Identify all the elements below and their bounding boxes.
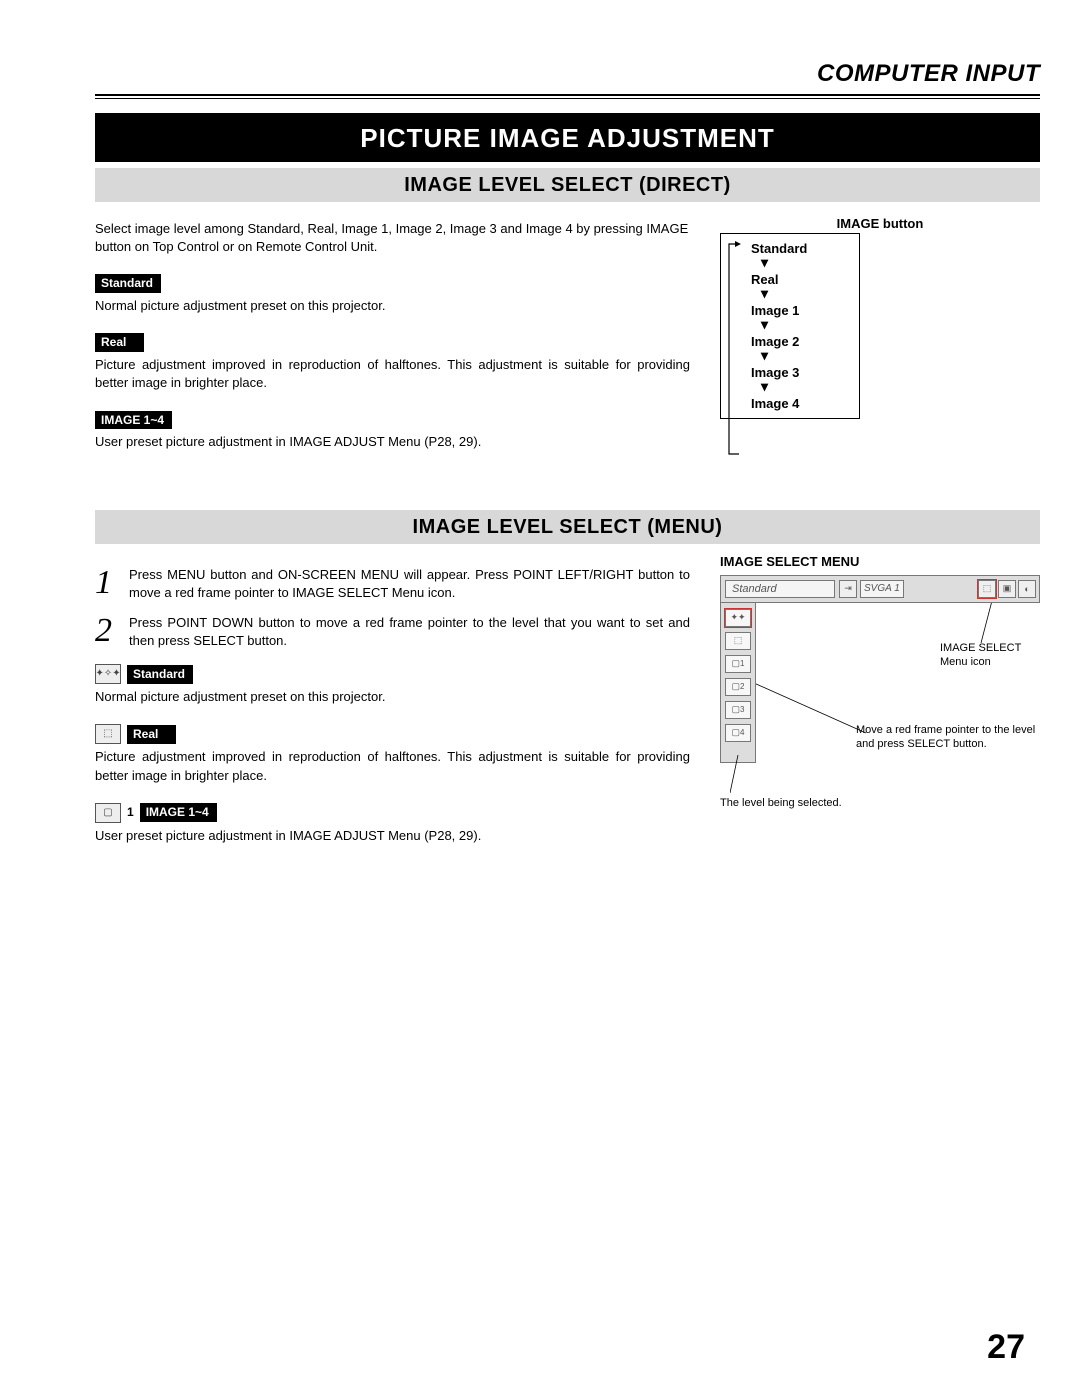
menu-sidebar: ✦✦ ⬚ ▢1 ▢2 ▢3 ▢4 — [720, 603, 756, 763]
level-real: Real — [743, 271, 849, 288]
chip-standard: Standard — [95, 274, 161, 293]
level-image2: Image 2 — [743, 333, 849, 350]
chip-real: Real — [95, 333, 144, 352]
menu-top-bar: Standard ⇥ SVGA 1 ⬚ ▣ ◐ — [720, 575, 1040, 603]
menu-current-label: Standard — [725, 580, 835, 598]
level-image1: Image 1 — [743, 302, 849, 319]
step-number-2: 2 — [95, 614, 117, 650]
step-text-1: Press MENU button and ON-SCREEN MENU wil… — [129, 566, 690, 602]
arrow-down-icon: ▾ — [761, 347, 768, 363]
annot3-line — [730, 755, 770, 795]
intro-paragraph: Select image level among Standard, Real,… — [95, 220, 690, 256]
side-standard-icon: ✦✦ — [725, 609, 751, 627]
desc-real: Picture adjustment improved in reproduct… — [95, 356, 690, 392]
chip-real-2: Real — [127, 725, 176, 744]
page-number: 27 — [987, 1328, 1025, 1367]
image-button-title: IMAGE button — [720, 216, 1040, 231]
annot-level-selected: The level being selected. — [720, 796, 920, 810]
subsection-title-direct: IMAGE LEVEL SELECT (DIRECT) — [95, 168, 1040, 202]
standard-icon: ✦✧✦ — [95, 664, 121, 684]
step-text-2: Press POINT DOWN button to move a red fr… — [129, 614, 690, 650]
arrow-down-icon: ▾ — [761, 285, 768, 301]
desc-standard: Normal picture adjustment preset on this… — [95, 297, 690, 315]
image-select-menu-figure: IMAGE SELECT MENU Standard ⇥ SVGA 1 ⬚ ▣ … — [720, 554, 1040, 763]
image14-icon: ▢ — [95, 803, 121, 823]
step-number-1: 1 — [95, 566, 117, 602]
chip-standard-2: Standard — [127, 665, 193, 684]
level-image3: Image 3 — [743, 364, 849, 381]
desc-standard-2: Normal picture adjustment preset on this… — [95, 688, 690, 706]
annot-menu-icon: IMAGE SELECT Menu icon — [940, 641, 1050, 670]
arrow-down-icon: ▾ — [761, 316, 768, 332]
side-image3-icon: ▢3 — [725, 701, 751, 719]
desc-real-2: Picture adjustment improved in reproduct… — [95, 748, 690, 784]
page-title: PICTURE IMAGE ADJUSTMENT — [95, 113, 1040, 162]
image-select-menu-icon: ⬚ — [978, 580, 996, 598]
menu-icon-3: ◐ — [1018, 580, 1036, 598]
divider — [95, 98, 1040, 99]
menu-figure-title: IMAGE SELECT MENU — [720, 554, 1040, 569]
level-standard: Standard — [743, 240, 849, 257]
svga-label: SVGA 1 — [860, 580, 904, 598]
side-image4-icon: ▢4 — [725, 724, 751, 742]
desc-image14: User preset picture adjustment in IMAGE … — [95, 433, 690, 451]
section-header: COMPUTER INPUT — [95, 60, 1040, 88]
image-button-diagram: Standard ▾ Real ▾ Image 1 ▾ Image 2 ▾ Im… — [720, 233, 860, 419]
arrow-down-icon: ▾ — [761, 254, 768, 270]
divider — [95, 94, 1040, 96]
input-icon: ⇥ — [839, 580, 857, 598]
annot-pointer: Move a red frame pointer to the level an… — [856, 723, 1046, 752]
subsection-title-menu: IMAGE LEVEL SELECT (MENU) — [95, 510, 1040, 544]
side-image2-icon: ▢2 — [725, 678, 751, 696]
level-image4: Image 4 — [743, 395, 849, 412]
arrow-down-icon: ▾ — [761, 378, 768, 394]
menu-icon-2: ▣ — [998, 580, 1016, 598]
desc-image14-2: User preset picture adjustment in IMAGE … — [95, 827, 690, 845]
loop-arrow-icon — [725, 240, 743, 458]
icon-badge-1: 1 — [127, 804, 134, 821]
real-icon: ⬚ — [95, 724, 121, 744]
chip-image14: IMAGE 1~4 — [95, 411, 172, 430]
chip-image14-2: IMAGE 1~4 — [140, 803, 217, 822]
side-real-icon: ⬚ — [725, 632, 751, 650]
side-image1-icon: ▢1 — [725, 655, 751, 673]
